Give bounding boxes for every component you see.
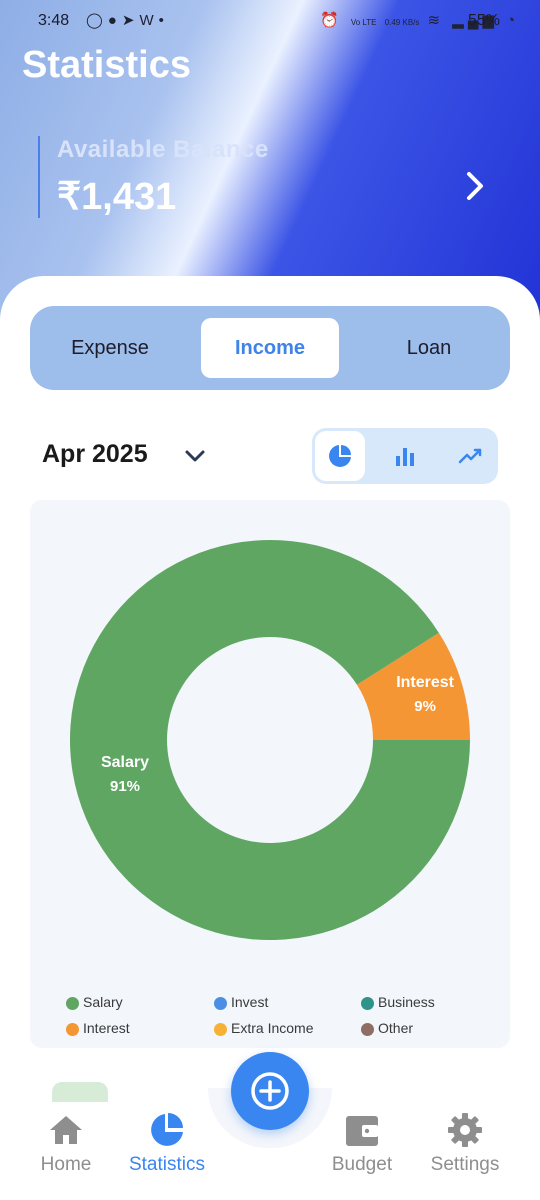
legend-label: Business [378, 994, 435, 1010]
chevron-right-icon[interactable] [458, 168, 492, 204]
balance-label: Available Balance [57, 136, 269, 163]
whatsapp-icon: ◯ [86, 12, 108, 29]
tab-loan[interactable]: Loan [360, 318, 498, 378]
bar-chart-button[interactable] [380, 431, 430, 481]
nav-statistics-label: Statistics [128, 1154, 206, 1175]
plus-icon [251, 1072, 289, 1110]
legend-dot [214, 1023, 227, 1036]
wifi-call-icon: W [139, 12, 159, 29]
nav-home[interactable]: Home [11, 1110, 121, 1180]
home-icon [50, 1116, 82, 1144]
wallet-icon [346, 1116, 378, 1146]
data-speed-icon: 0.49 KB/s [384, 18, 420, 27]
legend-dot [361, 1023, 374, 1036]
chart-type-toggle [312, 428, 498, 484]
legend-dot [66, 997, 79, 1010]
notification-icons: ◯●➤W• [86, 11, 169, 29]
legend-dot [214, 997, 227, 1010]
donut-chart: Interest 9% Salary 91% [70, 540, 471, 940]
chat-icon: ● [107, 12, 122, 29]
add-transaction-button[interactable] [231, 1052, 309, 1130]
list-item-peek [52, 1082, 108, 1102]
legend-label: Extra Income [231, 1020, 314, 1036]
slice-percent-interest: 9% [414, 698, 436, 715]
balance-accent-bar [38, 136, 40, 218]
tab-expense[interactable]: Expense [42, 318, 178, 378]
legend-label: Invest [231, 994, 269, 1010]
nav-statistics[interactable]: Statistics [112, 1110, 222, 1180]
tab-income[interactable]: Income [201, 318, 339, 378]
gear-icon [448, 1113, 482, 1147]
nav-settings-label: Settings [430, 1154, 500, 1175]
pie-chart-icon [151, 1113, 183, 1146]
pie-chart-button[interactable] [315, 431, 365, 481]
nav-settings[interactable]: Settings [410, 1110, 520, 1180]
balance-value: ₹1,431 [57, 176, 177, 218]
pie-chart-icon [329, 445, 351, 467]
slice-label-interest: Interest [396, 674, 454, 691]
line-chart-icon [458, 448, 482, 464]
nav-budget[interactable]: Budget [307, 1110, 417, 1180]
legend-label: Interest [83, 1020, 130, 1036]
chart-legend: Salary Invest Business Interest Extra Income… [66, 994, 506, 1044]
volte-icon: Vo LTE [350, 18, 377, 27]
legend-dot [66, 1023, 79, 1036]
legend-dot [361, 997, 374, 1010]
chevron-down-icon[interactable] [184, 447, 206, 465]
status-bar: 3:48 ◯●➤W• ⏰ Vo LTE 0.49 KB/s ≋ ▂▄▆ ◔ 55… [0, 0, 540, 44]
nav-budget-label: Budget [331, 1154, 393, 1175]
dot-icon: • [158, 12, 169, 29]
legend-label: Salary [83, 994, 123, 1010]
slice-percent-salary: 91% [110, 778, 140, 795]
status-time: 3:48 [38, 12, 70, 29]
month-selector-label[interactable]: Apr 2025 [42, 440, 148, 469]
battery-percent: 55% [467, 12, 500, 29]
line-chart-button[interactable] [445, 431, 495, 481]
page-title: Statistics [22, 44, 191, 86]
bar-chart-icon [396, 448, 414, 466]
type-tab-bar: Expense Income Loan [30, 306, 510, 390]
telegram-icon: ➤ [121, 12, 140, 29]
alarm-icon: ⏰ [320, 12, 343, 29]
legend-label: Other [378, 1020, 414, 1036]
slice-salary[interactable] [70, 540, 471, 940]
wifi-icon: ≋ [427, 12, 445, 29]
nav-home-label: Home [40, 1154, 92, 1175]
battery-icon: ◔ [506, 12, 520, 29]
slice-label-salary: Salary [101, 754, 149, 771]
